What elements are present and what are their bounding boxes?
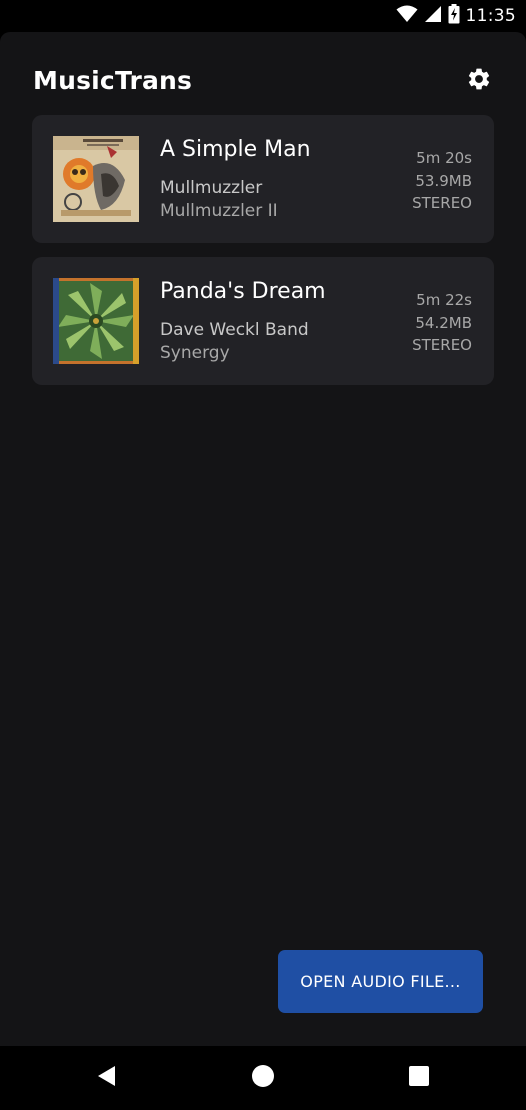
track-album: Mullmuzzler II	[160, 201, 278, 221]
settings-button[interactable]	[464, 66, 494, 96]
track-album: Synergy	[160, 343, 230, 363]
status-time: 11:35	[465, 6, 516, 26]
track-title: Panda's Dream	[160, 279, 326, 304]
open-audio-file-button[interactable]: OPEN AUDIO FILE...	[278, 950, 483, 1013]
battery-charging-icon	[448, 4, 460, 28]
track-artist: Dave Weckl Band	[160, 320, 309, 340]
track-duration: 5m 20s	[416, 149, 472, 167]
track-channels: STEREO	[412, 194, 472, 212]
home-button[interactable]	[248, 1063, 278, 1093]
recents-icon	[408, 1065, 430, 1091]
album-art	[53, 136, 139, 222]
screen: 11:35 MusicTrans A Simple Man Mullmuzzle…	[0, 0, 526, 1110]
track-duration: 5m 22s	[416, 291, 472, 309]
track-size: 54.2MB	[415, 313, 472, 332]
track-size: 53.9MB	[415, 171, 472, 190]
track-card[interactable]: Panda's Dream Dave Weckl Band Synergy 5m…	[32, 257, 494, 385]
track-card[interactable]: A Simple Man Mullmuzzler Mullmuzzler II …	[32, 115, 494, 243]
back-button[interactable]	[92, 1063, 122, 1093]
track-title: A Simple Man	[160, 137, 311, 162]
app-title: MusicTrans	[33, 66, 193, 95]
home-icon	[251, 1064, 275, 1092]
app-content: MusicTrans A Simple Man Mullmuzzler Mull…	[0, 32, 526, 1046]
status-bar: 11:35	[0, 0, 526, 32]
album-art	[53, 278, 139, 364]
status-icons: 11:35	[396, 4, 517, 28]
track-channels: STEREO	[412, 336, 472, 354]
signal-icon	[424, 5, 442, 27]
track-meta: 5m 22s 54.2MB STEREO	[412, 289, 472, 357]
recents-button[interactable]	[404, 1063, 434, 1093]
track-artist: Mullmuzzler	[160, 178, 263, 198]
track-meta: 5m 20s 53.9MB STEREO	[412, 147, 472, 215]
wifi-icon	[396, 5, 418, 27]
gear-icon	[466, 66, 492, 96]
back-icon	[96, 1065, 118, 1091]
navigation-bar	[0, 1046, 526, 1110]
